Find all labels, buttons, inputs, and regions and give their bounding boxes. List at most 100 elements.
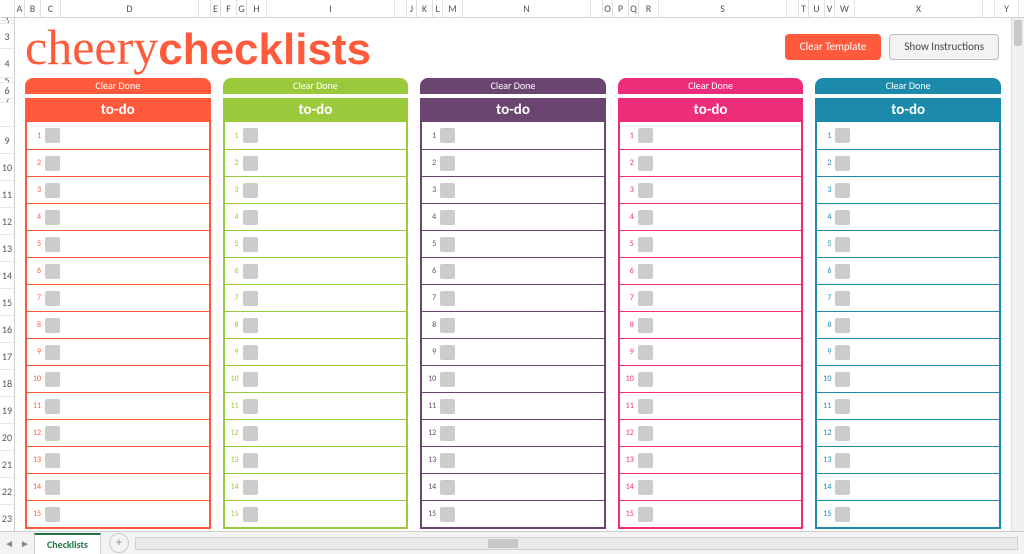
list-item[interactable]: 15 [27,500,209,527]
item-checkbox[interactable] [243,210,258,225]
column-header[interactable]: A [15,0,25,17]
item-checkbox[interactable] [638,237,653,252]
tab-next-icon[interactable]: ► [20,537,30,550]
item-checkbox[interactable] [440,264,455,279]
list-item[interactable]: 5 [27,230,209,257]
column-header[interactable]: K [417,0,433,17]
item-checkbox[interactable] [243,128,258,143]
list-item[interactable]: 9 [620,338,802,365]
list-item[interactable]: 9 [817,338,999,365]
list-item[interactable]: 12 [225,419,407,446]
row-header[interactable]: 10 [0,154,14,181]
row-header[interactable]: 22 [0,478,14,505]
item-checkbox[interactable] [243,156,258,171]
item-checkbox[interactable] [45,453,60,468]
column-header[interactable]: T [799,0,809,17]
column-header[interactable]: Y [995,0,1019,17]
item-checkbox[interactable] [835,507,850,522]
list-item[interactable]: 1 [27,122,209,149]
column-header[interactable]: V [825,0,835,17]
item-checkbox[interactable] [440,318,455,333]
item-checkbox[interactable] [45,183,60,198]
list-item[interactable]: 12 [27,419,209,446]
row-header[interactable]: 13 [0,235,14,262]
item-checkbox[interactable] [45,128,60,143]
item-checkbox[interactable] [638,156,653,171]
clear-template-button[interactable]: Clear Template [785,34,882,60]
list-item[interactable]: 13 [817,446,999,473]
list-item[interactable]: 13 [422,446,604,473]
item-checkbox[interactable] [45,318,60,333]
list-item[interactable]: 5 [620,230,802,257]
clear-done-button[interactable]: Clear Done [815,78,1001,94]
item-checkbox[interactable] [440,128,455,143]
list-item[interactable]: 2 [620,149,802,176]
list-item[interactable]: 10 [817,365,999,392]
list-item[interactable]: 1 [422,122,604,149]
item-checkbox[interactable] [835,156,850,171]
item-checkbox[interactable] [243,372,258,387]
clear-done-button[interactable]: Clear Done [618,78,804,94]
item-checkbox[interactable] [638,426,653,441]
list-header[interactable]: to-do [420,98,606,122]
list-item[interactable]: 2 [422,149,604,176]
item-checkbox[interactable] [45,210,60,225]
row-header[interactable]: 6 [0,83,14,99]
list-item[interactable]: 3 [817,176,999,203]
list-item[interactable]: 8 [817,311,999,338]
list-item[interactable]: 8 [620,311,802,338]
list-item[interactable]: 3 [27,176,209,203]
list-item[interactable]: 6 [225,257,407,284]
item-checkbox[interactable] [243,237,258,252]
list-item[interactable]: 6 [27,257,209,284]
item-checkbox[interactable] [638,453,653,468]
column-header[interactable]: X [855,0,983,17]
item-checkbox[interactable] [45,156,60,171]
item-checkbox[interactable] [45,372,60,387]
list-item[interactable]: 7 [422,284,604,311]
list-item[interactable]: 1 [225,122,407,149]
list-item[interactable]: 8 [422,311,604,338]
item-checkbox[interactable] [638,507,653,522]
item-checkbox[interactable] [45,291,60,306]
list-item[interactable]: 7 [817,284,999,311]
list-item[interactable]: 11 [620,392,802,419]
column-header[interactable]: F [221,0,237,17]
column-header[interactable]: U [809,0,825,17]
list-header[interactable]: to-do [223,98,409,122]
row-header[interactable]: 4 [0,49,14,78]
row-header[interactable]: 16 [0,316,14,343]
list-item[interactable]: 3 [225,176,407,203]
list-item[interactable]: 4 [27,203,209,230]
clear-done-button[interactable]: Clear Done [420,78,606,94]
sheet-tab-checklists[interactable]: Checklists [34,533,101,554]
row-header[interactable] [0,103,14,127]
column-header[interactable]: L [433,0,443,17]
item-checkbox[interactable] [243,507,258,522]
column-header[interactable]: J [407,0,417,17]
item-checkbox[interactable] [45,237,60,252]
item-checkbox[interactable] [440,426,455,441]
item-checkbox[interactable] [440,183,455,198]
column-header[interactable]: S [659,0,787,17]
item-checkbox[interactable] [45,480,60,495]
list-item[interactable]: 11 [422,392,604,419]
column-header[interactable]: E [211,0,221,17]
column-header[interactable]: G [237,0,247,17]
row-header[interactable]: 3 [0,24,14,49]
item-checkbox[interactable] [835,183,850,198]
show-instructions-button[interactable]: Show Instructions [889,34,999,60]
add-sheet-button[interactable]: + [109,533,129,553]
item-checkbox[interactable] [638,183,653,198]
list-item[interactable]: 2 [27,149,209,176]
item-checkbox[interactable] [243,183,258,198]
list-item[interactable]: 3 [620,176,802,203]
item-checkbox[interactable] [440,291,455,306]
list-item[interactable]: 9 [225,338,407,365]
list-item[interactable]: 13 [620,446,802,473]
list-item[interactable]: 9 [422,338,604,365]
list-item[interactable]: 11 [817,392,999,419]
list-item[interactable]: 6 [422,257,604,284]
item-checkbox[interactable] [835,345,850,360]
vertical-scrollbar[interactable] [1011,18,1024,531]
